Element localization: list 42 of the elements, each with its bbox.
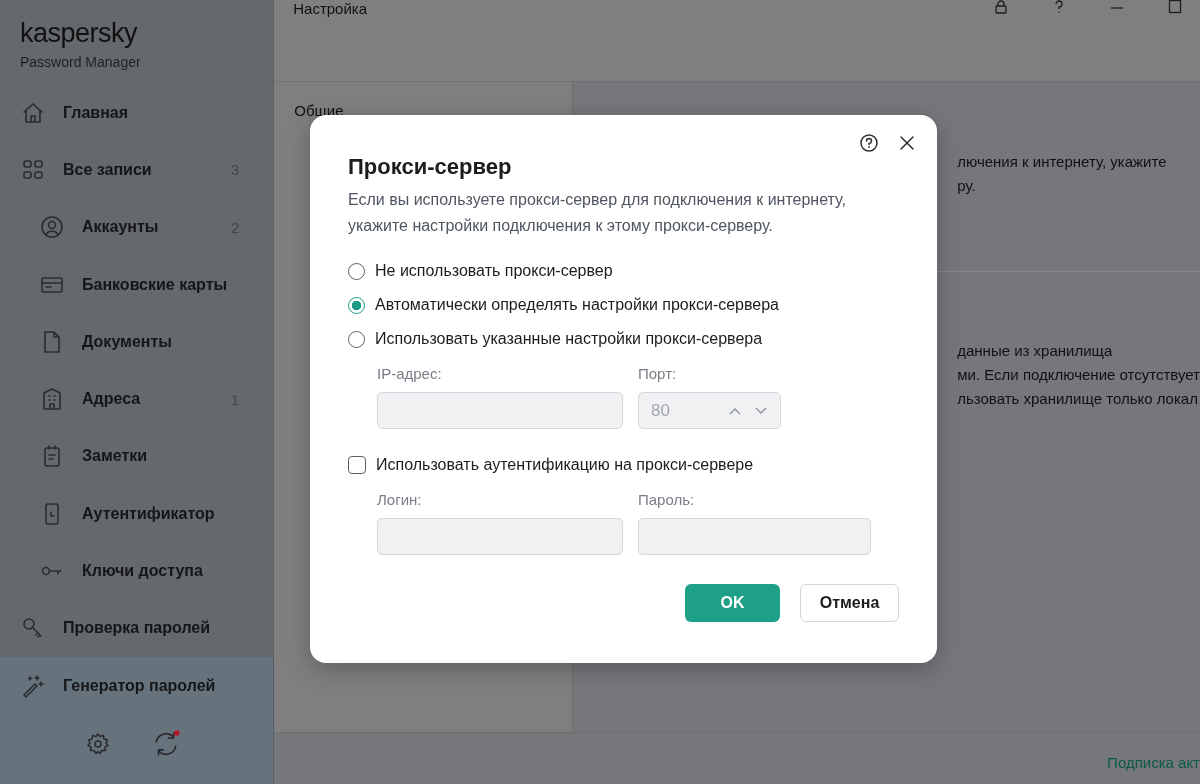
close-icon[interactable] (897, 133, 917, 153)
settings-icon[interactable] (86, 732, 110, 757)
subscription-link[interactable]: Подписка акт (1107, 754, 1200, 771)
key-icon (21, 616, 45, 641)
sidebar-item[interactable]: Генератор паролей (0, 656, 274, 715)
sidebar-item[interactable]: Заметки (0, 427, 274, 486)
checkbox[interactable] (348, 456, 366, 474)
checkbox-label[interactable]: Использовать аутентификацию на прокси-сервере (376, 456, 754, 474)
description-text: льзовать хранилище только локал (957, 389, 1198, 409)
ok-button[interactable]: OK (685, 584, 780, 622)
logo: kaspersky (20, 18, 139, 48)
field-label: Порт: (638, 365, 678, 383)
lock-icon[interactable] (994, 0, 1008, 14)
cancel-button[interactable]: Отмена (800, 584, 899, 622)
field-label: Пароль: (638, 491, 696, 509)
sidebar-item[interactable]: Банковские карты (0, 255, 274, 314)
sidebar-item[interactable]: Проверка паролей (0, 599, 274, 657)
user-icon (40, 215, 64, 240)
option-label[interactable]: Автоматически определять настройки прокси-сервера (375, 296, 779, 314)
magic-wand-icon (21, 673, 45, 698)
field-label: Логин: (377, 491, 423, 509)
description-text: данные из хранилища (957, 341, 1113, 361)
product-name: Password Manager (20, 54, 142, 70)
option-label[interactable]: Использовать указанные настройки прокси-сервера (375, 330, 763, 348)
description-text: лючения к интернету, укажите (957, 152, 1167, 172)
description-text: ру. (957, 176, 976, 196)
radio-button[interactable] (348, 296, 365, 314)
field-label: IP-адрес: (377, 365, 443, 383)
home-icon (21, 100, 45, 125)
sidebar-item[interactable]: Ключи доступа (0, 542, 274, 600)
building-icon (40, 387, 64, 412)
sidebar-item[interactable]: Аутентификатор (0, 485, 274, 543)
option-label[interactable]: Не использовать прокси-сервер (375, 262, 613, 280)
help-icon[interactable] (859, 133, 879, 153)
sidebar-item[interactable]: Главная (0, 84, 274, 142)
sidebar-item[interactable]: Документы (0, 313, 274, 371)
dialog-description: Если вы используете прокси-сервер для подключения к интернету, укажите настройки подключения к этому прокси-серверу. (348, 190, 847, 236)
description-text: ми. Если подключение отсутствует (957, 365, 1200, 385)
dialog-title: Прокси-сервер (348, 153, 513, 181)
maximize-icon[interactable] (1168, 0, 1182, 14)
window-title: Настройка (293, 0, 368, 17)
grid-icon (21, 157, 45, 182)
